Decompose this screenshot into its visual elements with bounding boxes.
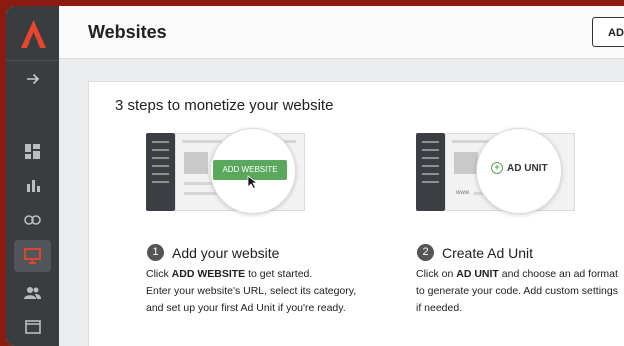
nav-links[interactable]: [14, 204, 51, 236]
page-title: Websites: [88, 22, 167, 42]
ad-unit-illustration: www + AD UNIT: [416, 128, 581, 245]
monitor-icon: [24, 248, 41, 264]
dashboard-icon: [25, 143, 40, 159]
plus-icon: +: [491, 162, 503, 174]
step-1-description: Click ADD WEBSITE to get started. Enter …: [146, 268, 357, 314]
nav-more[interactable]: [14, 311, 51, 343]
step-1-title: Add your website: [172, 244, 280, 261]
magnifier-circle: ADD WEBSITE: [210, 128, 296, 214]
add-website-emphasis: ADD WEBSITE: [171, 268, 246, 280]
ad-unit-emphasis: AD UNIT: [456, 268, 499, 280]
nav-expand[interactable]: [14, 63, 51, 95]
illustration-sidebar: [146, 133, 175, 211]
app-window: Websites ADD 3 steps to monetize your we…: [6, 6, 624, 346]
link-icon: [24, 215, 41, 225]
illustration-ad-unit-label: AD UNIT: [507, 162, 548, 174]
sidebar: [6, 6, 59, 346]
main-area: Websites ADD 3 steps to monetize your we…: [59, 6, 624, 346]
add-website-button[interactable]: ADD: [592, 17, 624, 47]
illustration-sidebar: [416, 133, 445, 211]
arrow-right-icon: [26, 73, 39, 85]
nav-reports[interactable]: [14, 169, 51, 201]
step-2-description: Click on AD UNIT and choose an ad format…: [416, 268, 618, 314]
step-2-title: Create Ad Unit: [442, 244, 534, 261]
nav-users[interactable]: [14, 276, 51, 308]
nav-websites[interactable]: [14, 240, 51, 272]
magnifier-circle: + AD UNIT: [476, 128, 562, 214]
page-header: Websites ADD: [59, 6, 624, 59]
people-icon: [24, 286, 41, 299]
nav-dashboard[interactable]: [14, 135, 51, 167]
cursor-icon: [247, 175, 259, 189]
www-label: www: [456, 190, 469, 196]
step-1-heading: 1 Add your website: [147, 244, 279, 261]
step-1-number: 1: [147, 244, 164, 261]
window-icon: [24, 320, 41, 334]
card-title: 3 steps to monetize your website: [115, 97, 334, 114]
step-2-heading: 2 Create Ad Unit: [417, 244, 533, 261]
illustration-ad-unit-button: + AD UNIT: [491, 162, 548, 174]
onboarding-card: 3 steps to monetize your website ADD WEB…: [88, 81, 624, 346]
add-website-illustration: ADD WEBSITE: [146, 128, 311, 245]
bar-chart-icon: [26, 180, 40, 192]
sidebar-divider: [6, 60, 59, 61]
brand-a-logo-icon[interactable]: [20, 19, 47, 49]
step-2-number: 2: [417, 244, 434, 261]
